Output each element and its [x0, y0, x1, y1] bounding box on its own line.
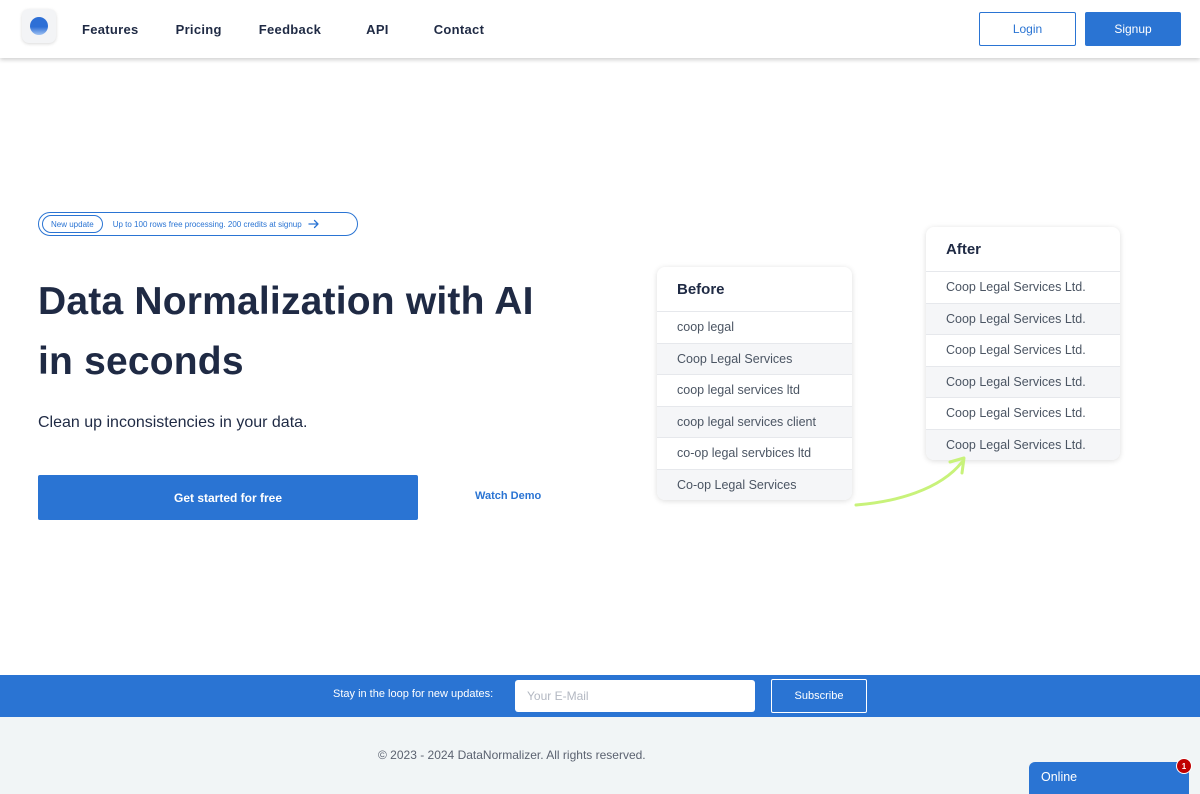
- subscribe-button[interactable]: Subscribe: [771, 679, 867, 713]
- list-item: Coop Legal Services Ltd.: [926, 365, 1120, 397]
- nav-contact[interactable]: Contact: [434, 22, 485, 37]
- list-item: coop legal services ltd: [657, 374, 852, 406]
- nav-api[interactable]: API: [366, 22, 389, 37]
- signup-button[interactable]: Signup: [1085, 12, 1181, 46]
- before-title-text: Before: [677, 280, 725, 298]
- before-rows: coop legal Coop Legal Services coop lega…: [657, 311, 852, 500]
- copyright-text: © 2023 - 2024 DataNormalizer. All rights…: [378, 748, 646, 762]
- email-input[interactable]: [515, 680, 755, 712]
- before-card: Before coop legal Coop Legal Services co…: [657, 267, 852, 500]
- list-item: Coop Legal Services Ltd.: [926, 271, 1120, 303]
- after-rows: Coop Legal Services Ltd. Coop Legal Serv…: [926, 271, 1120, 460]
- nav-pricing[interactable]: Pricing: [176, 22, 222, 37]
- nav-features[interactable]: Features: [82, 22, 139, 37]
- chat-notification-badge[interactable]: 1: [1176, 758, 1192, 774]
- nav-feedback[interactable]: Feedback: [259, 22, 321, 37]
- list-item: co-op legal servbices ltd: [657, 437, 852, 469]
- list-item: Coop Legal Services Ltd.: [926, 334, 1120, 366]
- hero-title-line2: in seconds: [38, 340, 244, 383]
- logo-icon[interactable]: [22, 9, 56, 43]
- main-nav: Features Pricing Feedback API Contact: [82, 0, 484, 58]
- site-header: Features Pricing Feedback API Contact Lo…: [0, 0, 1200, 58]
- update-tag: New update: [42, 215, 103, 233]
- after-card: After Coop Legal Services Ltd. Coop Lega…: [926, 227, 1120, 460]
- login-button[interactable]: Login: [979, 12, 1076, 46]
- after-card-title: After: [926, 227, 1120, 271]
- chat-widget[interactable]: Online: [1029, 762, 1189, 794]
- list-item: Coop Legal Services: [657, 342, 852, 374]
- list-item: coop legal services client: [657, 405, 852, 437]
- after-title-text: After: [946, 240, 982, 258]
- curved-arrow-icon: [854, 456, 966, 507]
- arrow-right-icon: [308, 219, 319, 229]
- before-card-title: Before: [657, 267, 852, 311]
- watch-demo-link[interactable]: Watch Demo: [475, 490, 541, 502]
- hero-title: Data Normalization with AI in seconds: [38, 272, 598, 392]
- list-item: coop legal: [657, 311, 852, 343]
- chat-status-label: Online: [1041, 770, 1078, 784]
- update-text: Up to 100 rows free processing. 200 cred…: [112, 219, 302, 229]
- list-item: Coop Legal Services Ltd.: [926, 302, 1120, 334]
- hero-title-line1: Data Normalization with AI: [38, 280, 534, 323]
- logo-ball-icon: [30, 17, 48, 35]
- update-banner[interactable]: New update Up to 100 rows free processin…: [38, 212, 358, 236]
- newsletter-band: Stay in the loop for new updates: Subscr…: [0, 675, 1200, 717]
- hero-subtitle: Clean up inconsistencies in your data.: [38, 414, 308, 431]
- get-started-button[interactable]: Get started for free: [38, 475, 418, 520]
- newsletter-label: Stay in the loop for new updates:: [333, 688, 494, 700]
- list-item: Coop Legal Services Ltd.: [926, 397, 1120, 429]
- site-footer: © 2023 - 2024 DataNormalizer. All rights…: [0, 717, 1200, 794]
- list-item: Co-op Legal Services: [657, 468, 852, 500]
